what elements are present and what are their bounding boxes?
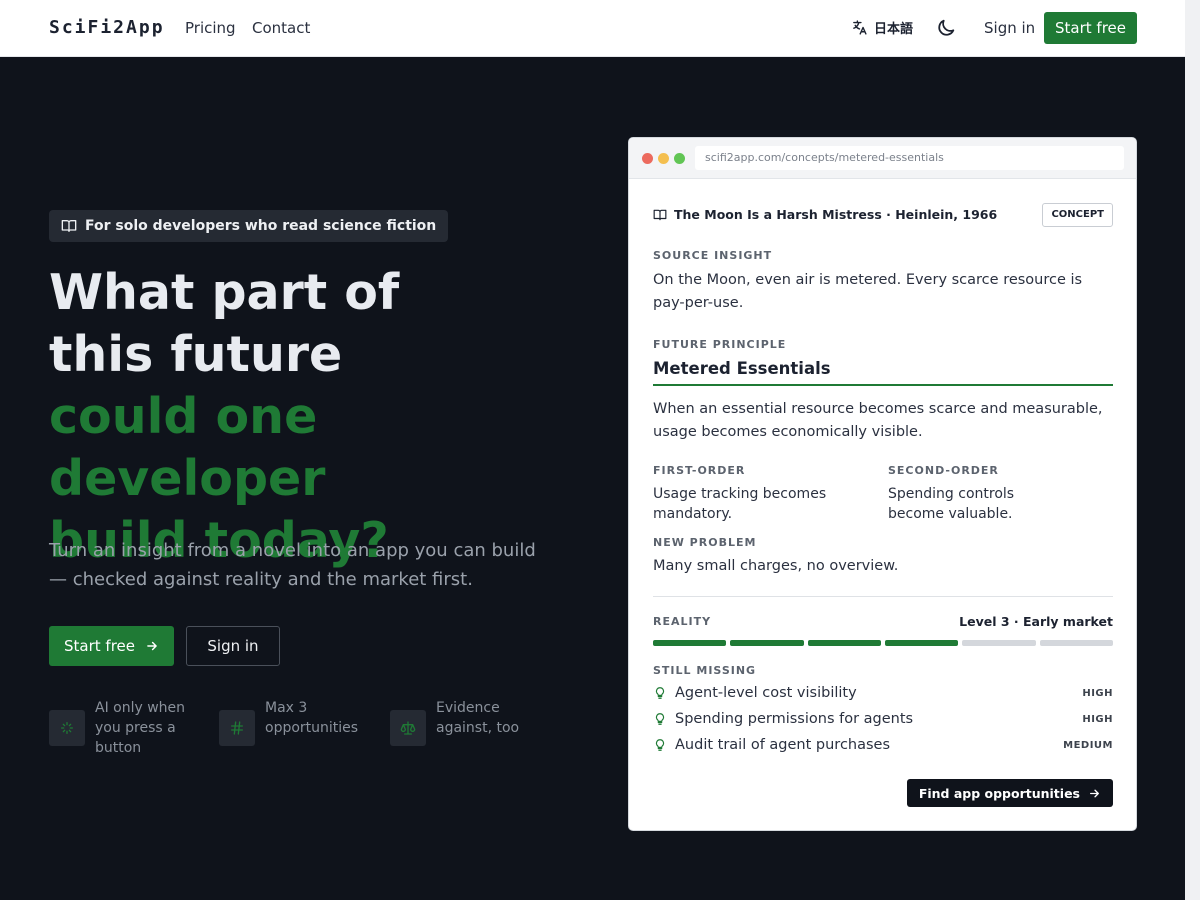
brand-logo[interactable]: SciFi2App — [49, 17, 165, 38]
hero-signin-button[interactable]: Sign in — [186, 626, 280, 666]
reality-progress-segment — [653, 640, 727, 646]
book-source: The Moon Is a Harsh Mistress · Heinlein,… — [653, 207, 997, 222]
lightbulb-icon — [655, 687, 665, 699]
address-bar: scifi2app.com/concepts/metered-essential… — [695, 146, 1124, 170]
scale-icon — [390, 710, 426, 746]
future-principle-text: When an essential resource becomes scarc… — [653, 401, 1103, 440]
reality-progress-segment — [962, 640, 1036, 646]
feature-ai-on-demand: AI only when you press a button — [49, 698, 185, 758]
feature-text: opportunities — [265, 720, 359, 736]
reality-progress — [653, 640, 1113, 646]
missing-item: Audit trail of agent purchases MEDIUM — [653, 737, 1113, 753]
reality-progress-segment — [730, 640, 804, 646]
top-nav: SciFi2App Pricing Contact 日本語 Sign in St… — [0, 0, 1185, 57]
arrow-right-icon — [1090, 789, 1099, 797]
reality-progress-segment — [1039, 640, 1113, 646]
nav-link-pricing[interactable]: Pricing — [185, 19, 236, 37]
source-insight-text: On the Moon, even air is metered. Every … — [653, 272, 1083, 311]
book-icon — [61, 220, 77, 232]
translate-icon — [853, 20, 867, 35]
future-principle-title: Metered Essentials — [653, 359, 1113, 386]
nav-link-contact[interactable]: Contact — [252, 19, 310, 37]
reality-progress-segment — [884, 640, 959, 646]
section-divider — [653, 596, 1113, 597]
browser-chrome: scifi2app.com/concepts/metered-essential… — [629, 138, 1136, 179]
feature-max-opportunities: Max 3 opportunities — [219, 698, 358, 746]
audience-badge: For solo developers who read science fic… — [49, 210, 449, 242]
reality-label: REALITY — [653, 615, 712, 628]
future-principle-label: FUTURE PRINCIPLE — [653, 338, 787, 351]
missing-item-text: Audit trail of agent purchases — [675, 737, 891, 753]
first-order-text: Usage tracking becomes mandatory. — [653, 486, 827, 522]
priority-badge: HIGH — [1082, 713, 1113, 725]
book-title: The Moon Is a Harsh Mistress · Heinlein,… — [674, 207, 998, 222]
second-order-label: SECOND-ORDER — [888, 464, 999, 477]
feature-text: Evidence — [436, 700, 500, 716]
window-maximize-dot — [674, 153, 685, 164]
missing-item-text: Agent-level cost visibility — [675, 685, 857, 701]
language-label: 日本語 — [874, 22, 914, 37]
reality-level: Level 3 · Early market — [959, 614, 1113, 629]
hero-headline: What part of this future could one devel… — [49, 262, 569, 572]
start-free-button[interactable]: Start free — [1044, 12, 1137, 44]
missing-item: Agent-level cost visibility HIGH — [653, 685, 1113, 701]
second-order-text: Spending controls become valuable. — [888, 486, 1015, 522]
still-missing-label: STILL MISSING — [653, 664, 757, 677]
hero-start-button[interactable]: Start free — [49, 626, 174, 666]
feature-text: against, too — [436, 720, 520, 736]
concept-tag: CONCEPT — [1042, 203, 1113, 227]
window-close-dot — [642, 153, 653, 164]
first-order-label: FIRST-ORDER — [653, 464, 746, 477]
feature-evidence: Evidence against, too — [390, 698, 519, 746]
headline-line-accent: could one developer — [49, 388, 326, 507]
find-opportunities-button[interactable]: Find app opportunities — [906, 779, 1113, 807]
moon-icon[interactable] — [935, 17, 957, 39]
source-insight-label: SOURCE INSIGHT — [653, 249, 773, 262]
new-problem-text: Many small charges, no overview. — [653, 558, 899, 574]
sparkle-icon — [49, 710, 85, 746]
hash-icon — [219, 710, 255, 746]
reality-progress-segment — [807, 640, 881, 646]
arrow-right-icon — [147, 641, 157, 651]
feature-text: Max 3 — [265, 700, 308, 716]
window-minimize-dot — [658, 153, 669, 164]
headline-line: What part of — [49, 264, 400, 321]
language-switcher[interactable]: 日本語 — [851, 18, 913, 37]
lightbulb-icon — [655, 739, 665, 751]
find-opportunities-label: Find app opportunities — [918, 785, 1080, 801]
missing-item: Spending permissions for agents HIGH — [653, 711, 1113, 727]
priority-badge: HIGH — [1082, 687, 1113, 699]
feature-text: you press a — [95, 720, 176, 736]
badge-label: For solo developers who read science fic… — [85, 218, 437, 234]
hero-subtitle: Turn an insight from a novel into an app… — [49, 540, 536, 590]
book-icon — [653, 209, 667, 220]
feature-text: AI only when — [95, 700, 186, 716]
feature-text: button — [95, 740, 142, 756]
signin-link[interactable]: Sign in — [984, 19, 1035, 37]
priority-badge: MEDIUM — [1063, 739, 1113, 751]
new-problem-label: NEW PROBLEM — [653, 536, 757, 549]
concept-preview-card: scifi2app.com/concepts/metered-essential… — [628, 137, 1137, 831]
hero-start-label: Start free — [64, 637, 135, 655]
page-scrollbar[interactable] — [1185, 0, 1200, 900]
missing-item-text: Spending permissions for agents — [675, 711, 914, 727]
lightbulb-icon — [655, 713, 665, 725]
headline-line: this future — [49, 326, 343, 383]
